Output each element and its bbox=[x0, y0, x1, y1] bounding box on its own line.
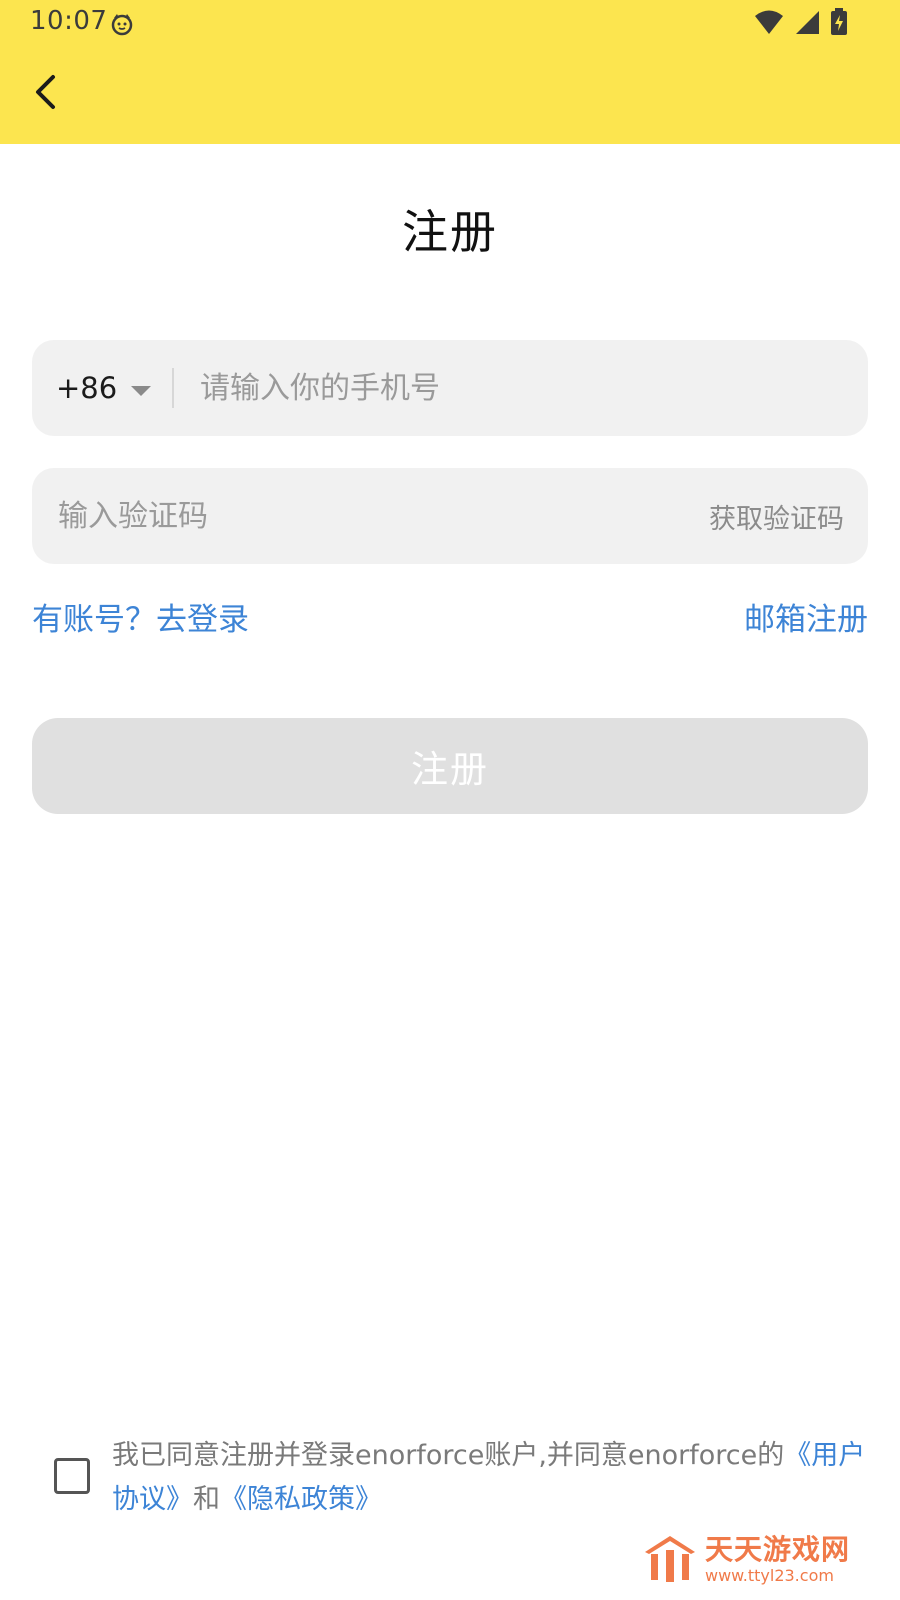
agreement-text: 我已同意注册并登录enorforce账户,并同意enorforce的《用户协议》… bbox=[112, 1434, 868, 1522]
back-arrow-icon bbox=[33, 74, 59, 114]
status-icons bbox=[754, 8, 848, 40]
country-code-selector[interactable]: +86 bbox=[56, 340, 152, 436]
battery-charging-icon bbox=[830, 8, 848, 40]
watermark-logo-icon bbox=[641, 1532, 699, 1588]
field-divider bbox=[172, 368, 174, 408]
get-code-button[interactable]: 获取验证码 bbox=[709, 468, 844, 564]
verification-code-input[interactable] bbox=[56, 468, 656, 564]
phone-input[interactable] bbox=[198, 340, 848, 436]
verification-code-field: 获取验证码 bbox=[32, 468, 868, 564]
wifi-icon bbox=[754, 9, 784, 39]
back-button[interactable] bbox=[22, 70, 70, 118]
status-time: 10:07 bbox=[30, 6, 108, 36]
phone-field: +86 bbox=[32, 340, 868, 436]
agreement-prefix: 我已同意注册并登录enorforce账户,并同意enorforce的 bbox=[112, 1440, 785, 1471]
watermark-title: 天天游戏网 bbox=[704, 1533, 850, 1566]
dropdown-caret-icon bbox=[131, 371, 152, 405]
page-title: 注册 bbox=[402, 205, 498, 259]
privacy-policy-link[interactable]: 《隐私政策》 bbox=[220, 1484, 382, 1515]
email-register-link[interactable]: 邮箱注册 bbox=[744, 594, 868, 639]
agreement-checkbox[interactable] bbox=[54, 1458, 90, 1494]
register-button[interactable]: 注册 bbox=[32, 718, 868, 814]
agreement-conjunction: 和 bbox=[193, 1484, 220, 1515]
country-code-label: +86 bbox=[56, 371, 118, 405]
header-bar: 10:07 bbox=[0, 0, 900, 144]
watermark-url: www.ttyl23.com bbox=[704, 1566, 834, 1585]
login-link[interactable]: 有账号？去登录 bbox=[32, 594, 249, 639]
signal-icon bbox=[794, 9, 820, 39]
watermark: 天天游戏网 www.ttyl23.com bbox=[641, 1532, 850, 1588]
cat-face-icon bbox=[110, 12, 134, 36]
